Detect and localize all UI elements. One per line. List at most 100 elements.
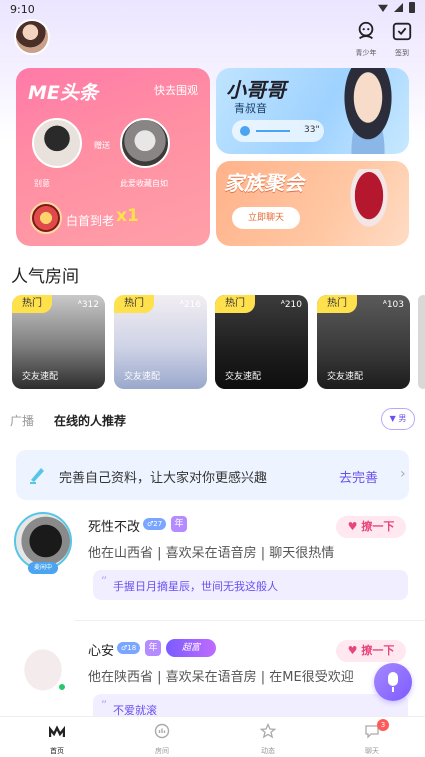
room-count-value: 103 <box>386 300 404 310</box>
nav-room-label: 房间 <box>155 747 169 755</box>
star-icon <box>259 722 277 739</box>
me-headline-watch-link[interactable]: 快去围观 <box>154 82 198 98</box>
room-card[interactable]: 热门 ᴬ312 交友速配 <box>12 295 105 389</box>
user-bio: 他在山西省 | 喜欢呆在语音房 | 聊天很热情 <box>88 546 335 561</box>
xiaogege-title: 小哥哥 <box>226 78 286 102</box>
complete-profile-link[interactable]: 去完善 <box>339 467 378 486</box>
home-icon <box>48 725 66 737</box>
voice-sample-player[interactable]: 33" <box>232 120 324 142</box>
online-indicator <box>57 682 67 692</box>
room-listener-count: ᴬ216 <box>179 300 201 310</box>
popular-rooms-title: 人气房间 <box>11 267 79 287</box>
microphone-icon <box>388 672 398 686</box>
quote-icon: “ <box>101 698 108 712</box>
signal-icon <box>394 3 403 12</box>
nav-room[interactable]: 房间 <box>137 723 187 756</box>
play-icon <box>240 126 250 136</box>
flirt-button[interactable]: ♥ 撩一下 <box>336 516 406 538</box>
xiaogege-subtitle: 青叔音 <box>234 102 267 115</box>
wifi-icon <box>378 4 388 12</box>
receiver-avatar <box>120 118 170 168</box>
wine-glass-icon <box>343 169 395 239</box>
complete-profile-tip[interactable]: 完善自己资料，让大家对你更感兴趣 去完善 › <box>16 450 409 500</box>
room-card-partial[interactable] <box>418 295 425 389</box>
user-list-item[interactable]: 心安 ♂18 年 超富 他在陕西省 | 喜欢呆在语音房 | 在ME很受欢迎 ♥ … <box>0 634 425 724</box>
sender-name: 别意 <box>34 179 50 188</box>
receiver-name: 此爱收藏自如 <box>120 179 168 188</box>
voice-mic-button[interactable] <box>374 663 412 701</box>
status-time: 9:10 <box>10 3 35 16</box>
me-headline-banner[interactable]: ME头条 快去围观 赠送 别意 此爱收藏自如 白首到老 x1 <box>16 68 210 246</box>
complete-profile-text: 完善自己资料，让大家对你更感兴趣 <box>59 471 268 486</box>
room-card[interactable]: 热门 ᴬ103 交友速配 <box>317 295 410 389</box>
gift-label: 赠送 <box>94 141 110 150</box>
status-bar: 9:10 <box>0 0 425 18</box>
gender-filter-label: 男 <box>398 414 407 423</box>
me-headline-title: ME头条 <box>28 82 98 104</box>
chat-now-button[interactable]: 立即聊天 <box>232 207 300 229</box>
family-party-banner[interactable]: 家族聚会 立即聊天 <box>216 161 409 246</box>
sign-in-label: 签到 <box>395 49 409 57</box>
my-avatar[interactable] <box>14 19 50 55</box>
quote-icon: “ <box>101 574 108 588</box>
nav-home-label: 首页 <box>50 747 64 755</box>
room-tag: 交友速配 <box>225 372 262 382</box>
voice-duration: 33" <box>304 125 320 135</box>
room-count-value: 210 <box>284 300 302 310</box>
room-listener-count: ᴬ103 <box>382 300 404 310</box>
nav-feed[interactable]: 动态 <box>243 722 293 756</box>
user-list-item[interactable]: 麦闲中 死性不改 ♂27 年 他在山西省 | 喜欢呆在语音房 | 聊天很热情 ♥… <box>0 510 425 610</box>
teen-mode-icon <box>358 21 374 40</box>
microphone-stand <box>392 687 394 692</box>
user-name: 心安 <box>88 644 115 659</box>
nav-home[interactable]: 首页 <box>32 723 82 756</box>
user-level-value: 18 <box>127 644 137 652</box>
status-icons <box>378 2 415 13</box>
user-level-value: 27 <box>153 520 163 528</box>
room-listener-count: ᴬ210 <box>280 300 302 310</box>
flirt-label: 撩一下 <box>361 644 395 657</box>
nav-chat[interactable]: 3 聊天 <box>347 719 397 756</box>
hot-badge: 热门 <box>215 295 255 313</box>
user-bio: 他在陕西省 | 喜欢呆在语音房 | 在ME很受欢迎 <box>88 670 354 685</box>
gender-filter-button[interactable]: ▼ 男 <box>381 408 415 430</box>
super-rich-badge: 超富 <box>166 639 216 657</box>
xiaogege-banner[interactable]: 小哥哥 青叔音 33" <box>216 68 409 154</box>
hot-badge: 热门 <box>12 295 52 313</box>
family-party-title: 家族聚会 <box>224 171 304 195</box>
user-signature: “ 手握日月摘星辰，世间无我这般人 <box>93 570 408 600</box>
room-listener-count: ᴬ312 <box>77 300 99 310</box>
gift-name: 白首到老 <box>66 214 115 228</box>
user-signature-text: 手握日月摘星辰，世间无我这般人 <box>113 580 278 593</box>
bottom-navigation: 首页 房间 动态 3 聊天 <box>0 716 425 757</box>
battery-icon <box>409 2 415 13</box>
flirt-button[interactable]: ♥ 撩一下 <box>336 640 406 662</box>
pen-icon <box>30 468 44 484</box>
room-count-value: 312 <box>81 300 99 310</box>
waveform-icon <box>256 130 290 132</box>
room-tag: 交友速配 <box>327 372 364 382</box>
hot-badge: 热门 <box>317 295 357 313</box>
room-tag: 交友速配 <box>22 372 59 382</box>
room-card[interactable]: 热门 ᴬ216 交友速配 <box>114 295 207 389</box>
sign-in-button[interactable]: 签到 <box>385 20 419 58</box>
user-level-badge: ♂18 <box>117 642 141 654</box>
year-badge: 年 <box>145 640 161 656</box>
room-card[interactable]: 热门 ᴬ210 交友速配 <box>215 295 308 389</box>
flirt-label: 撩一下 <box>361 520 395 533</box>
gift-icon <box>30 202 62 234</box>
list-divider <box>74 620 425 621</box>
chat-unread-badge: 3 <box>377 719 389 731</box>
hot-badge: 热门 <box>114 295 154 313</box>
room-count-value: 216 <box>183 300 201 310</box>
nav-feed-label: 动态 <box>261 747 275 755</box>
tab-online-recommend[interactable]: 在线的人推荐 <box>54 412 126 429</box>
teen-mode-button[interactable]: 青少年 <box>349 20 383 58</box>
xiaogege-portrait <box>335 68 401 154</box>
tab-broadcast[interactable]: 广播 <box>10 412 34 429</box>
year-badge: 年 <box>171 516 187 532</box>
sender-avatar <box>32 118 82 168</box>
room-icon <box>154 723 170 739</box>
gift-count: x1 <box>116 206 139 226</box>
user-name: 死性不改 <box>88 520 141 535</box>
